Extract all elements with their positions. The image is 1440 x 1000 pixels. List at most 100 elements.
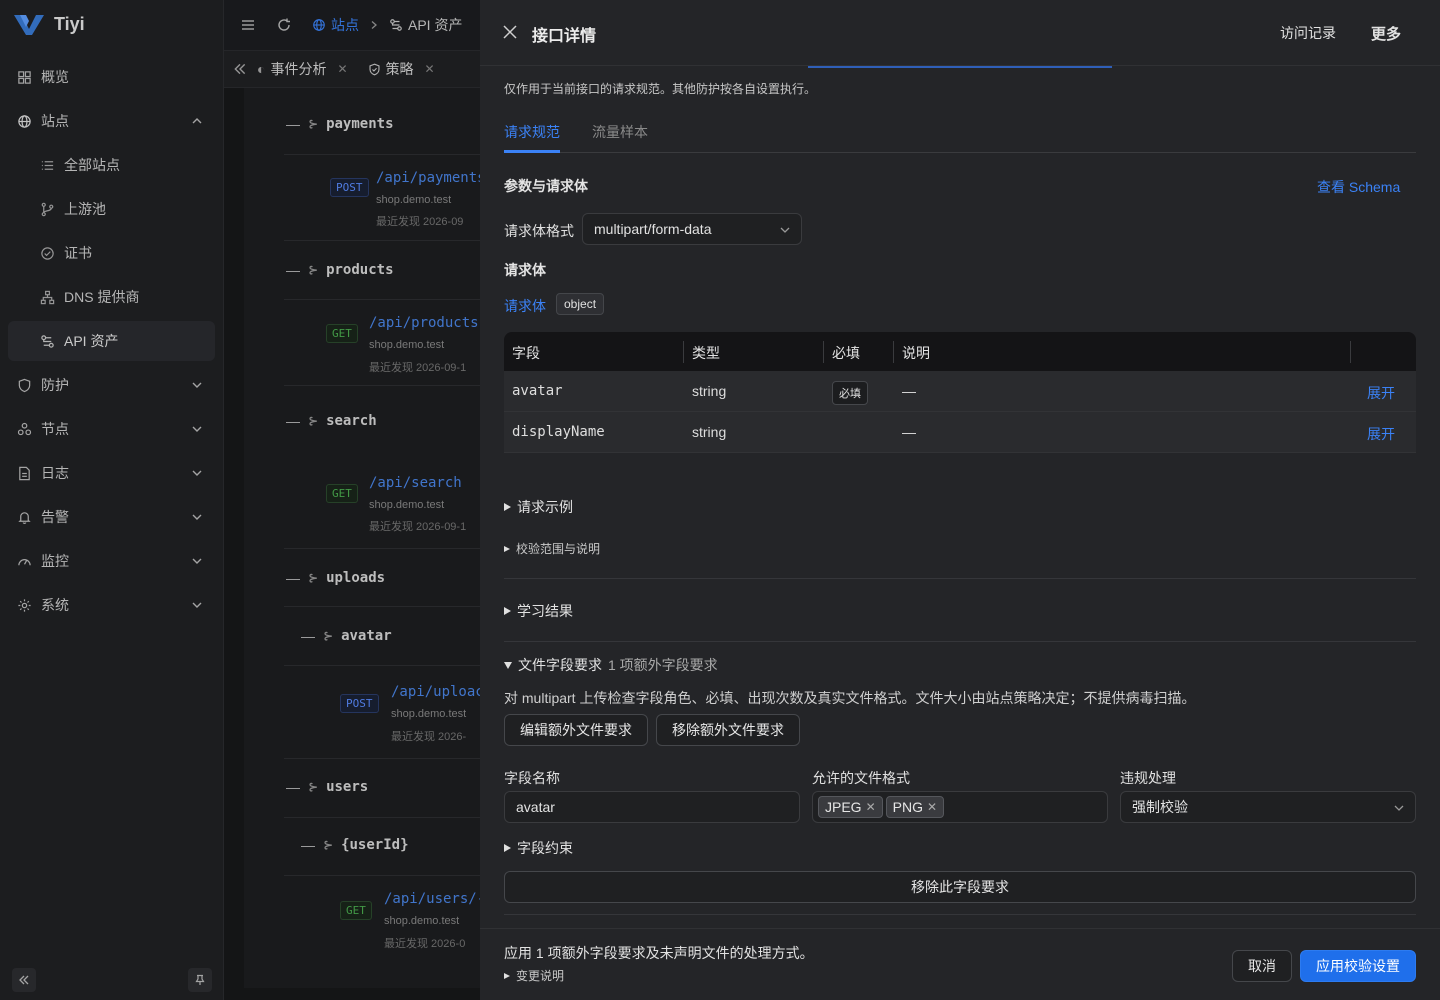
- collapse-icon[interactable]: —: [286, 779, 300, 795]
- requirement-count: 1 项额外字段要求: [608, 657, 718, 673]
- body-format-label: 请求体格式: [504, 223, 574, 239]
- double-chevron-left-icon[interactable]: [233, 62, 247, 76]
- method-badge: POST: [330, 178, 369, 197]
- tree-node-users[interactable]: — ⊱ users: [286, 779, 368, 795]
- endpoint-host: shop.demo.test: [384, 915, 460, 927]
- sidebar-item-alerts[interactable]: 告警: [8, 497, 215, 537]
- check-circle-icon: [41, 246, 54, 260]
- breadcrumb-api-assets[interactable]: API 资产: [389, 15, 462, 35]
- column-divider: [893, 341, 894, 363]
- sidebar-item-label: 系统: [41, 597, 69, 613]
- violation-handling-select[interactable]: 强制校验: [1120, 791, 1416, 823]
- allowed-formats-input[interactable]: JPEG ✕ PNG ✕: [812, 791, 1108, 823]
- tab-event-analysis[interactable]: ◐ 事件分析 ✕: [247, 50, 358, 88]
- sidebar: Tiyi 概览 站点 全部站点 上游池 证书 DNS 提供商 API 资产 防护…: [0, 0, 224, 1000]
- sidebar-item-protection[interactable]: 防护: [8, 365, 215, 405]
- close-icon[interactable]: [502, 24, 518, 40]
- field-name: avatar: [512, 383, 563, 399]
- sidebar-item-label: 节点: [41, 421, 69, 437]
- divider: [284, 240, 480, 241]
- collapse-icon[interactable]: —: [301, 837, 315, 853]
- collapse-icon[interactable]: —: [286, 413, 300, 429]
- tree-node-label: uploads: [326, 570, 386, 586]
- sidebar-item-nodes[interactable]: 节点: [8, 409, 215, 449]
- cancel-button[interactable]: 取消: [1232, 950, 1292, 982]
- method-badge: POST: [340, 694, 379, 713]
- field-name-label: 字段名称: [504, 770, 560, 786]
- active-tab-indicator: [504, 150, 560, 153]
- params-title: 参数与请求体: [504, 178, 588, 194]
- tree-node-uploads[interactable]: — ⊱ uploads: [286, 570, 385, 586]
- apply-validation-button[interactable]: 应用校验设置: [1300, 950, 1416, 982]
- breadcrumb-sites[interactable]: 站点: [312, 15, 359, 35]
- remove-file-requirements-button[interactable]: 移除额外文件要求: [656, 714, 800, 746]
- sidebar-item-logs[interactable]: 日志: [8, 453, 215, 493]
- tab-request-spec[interactable]: 请求规范: [504, 122, 560, 142]
- menu-icon[interactable]: [240, 17, 256, 33]
- tab-policy[interactable]: 策略 ✕: [358, 50, 445, 88]
- caret-down-icon: [504, 661, 512, 669]
- nodes-icon: [17, 422, 32, 435]
- endpoint-path[interactable]: /api/products: [369, 315, 479, 331]
- sidebar-item-label: API 资产: [64, 333, 119, 349]
- collapse-icon[interactable]: —: [286, 262, 300, 278]
- sidebar-item-label: 概览: [41, 69, 69, 85]
- field-type: string: [692, 424, 727, 440]
- learning-results-toggle[interactable]: 学习结果: [504, 601, 573, 621]
- expand-link[interactable]: 展开: [1367, 424, 1395, 444]
- endpoint-path[interactable]: /api/payments: [376, 170, 480, 186]
- endpoint-path[interactable]: /api/search: [369, 475, 462, 491]
- body-format-select[interactable]: multipart/form-data: [582, 213, 802, 245]
- app-logo[interactable]: Tiyi: [12, 10, 85, 38]
- tree-node-search[interactable]: — ⊱ search: [286, 413, 377, 429]
- sidebar-item-system[interactable]: 系统: [8, 585, 215, 625]
- view-schema-link[interactable]: 查看 Schema: [1317, 177, 1400, 197]
- tab-traffic-samples[interactable]: 流量样本: [592, 122, 648, 142]
- toggle-label: 文件字段要求: [518, 657, 602, 673]
- chevron-down-icon: [1394, 805, 1404, 811]
- sidebar-item-monitoring[interactable]: 监控: [8, 541, 215, 581]
- expand-link[interactable]: 展开: [1367, 383, 1395, 403]
- sidebar-item-api-assets[interactable]: API 资产: [8, 321, 215, 361]
- collapse-icon[interactable]: —: [286, 570, 300, 586]
- close-tab-icon[interactable]: ✕: [425, 62, 435, 76]
- tree-node-payments[interactable]: — ⊱ payments: [286, 116, 394, 132]
- collapse-sidebar-button[interactable]: [12, 968, 36, 992]
- request-example-toggle[interactable]: 请求示例: [504, 497, 573, 517]
- tree-node-products[interactable]: — ⊱ products: [286, 262, 394, 278]
- divider: [284, 154, 480, 155]
- chip-label: JPEG: [825, 799, 862, 815]
- sidebar-item-all-sites[interactable]: 全部站点: [8, 145, 215, 185]
- file-requirements-toggle[interactable]: 文件字段要求 1 项额外字段要求: [504, 655, 718, 675]
- endpoint-path[interactable]: /api/uploac: [391, 684, 480, 700]
- remove-chip-icon[interactable]: ✕: [927, 800, 937, 814]
- access-history-button[interactable]: 访问记录: [1280, 23, 1336, 43]
- chevron-down-icon: [780, 227, 790, 233]
- sidebar-item-upstream[interactable]: 上游池: [8, 189, 215, 229]
- more-button[interactable]: 更多: [1371, 23, 1401, 44]
- tree-node-avatar[interactable]: — ⊱ avatar: [301, 628, 392, 644]
- remove-chip-icon[interactable]: ✕: [866, 800, 876, 814]
- refresh-icon[interactable]: [276, 17, 292, 33]
- remove-field-requirement-button[interactable]: 移除此字段要求: [504, 871, 1416, 903]
- sidebar-item-certificates[interactable]: 证书: [8, 233, 215, 273]
- collapse-icon[interactable]: —: [286, 116, 300, 132]
- violation-handling-label: 违规处理: [1120, 770, 1176, 786]
- change-note-toggle[interactable]: 变更说明: [504, 967, 564, 984]
- field-name-input[interactable]: avatar: [504, 791, 800, 823]
- endpoint-path[interactable]: /api/users/-: [384, 891, 480, 907]
- sidebar-item-dns[interactable]: DNS 提供商: [8, 277, 215, 317]
- pin-sidebar-button[interactable]: [188, 968, 212, 992]
- sidebar-item-overview[interactable]: 概览: [8, 57, 215, 97]
- close-tab-icon[interactable]: ✕: [337, 62, 347, 76]
- collapse-icon[interactable]: —: [301, 628, 315, 644]
- tree-node-userid[interactable]: — ⊱ {userId}: [301, 837, 409, 853]
- chevron-right-icon: [371, 21, 377, 29]
- divider: [284, 875, 480, 876]
- scrolled-input-edge: [808, 66, 1112, 68]
- field-constraints-toggle[interactable]: 字段约束: [504, 838, 573, 858]
- body-link[interactable]: 请求体: [504, 296, 546, 316]
- edit-file-requirements-button[interactable]: 编辑额外文件要求: [504, 714, 648, 746]
- sidebar-item-sites[interactable]: 站点: [8, 101, 215, 141]
- scope-note-toggle[interactable]: 校验范围与说明: [504, 540, 600, 557]
